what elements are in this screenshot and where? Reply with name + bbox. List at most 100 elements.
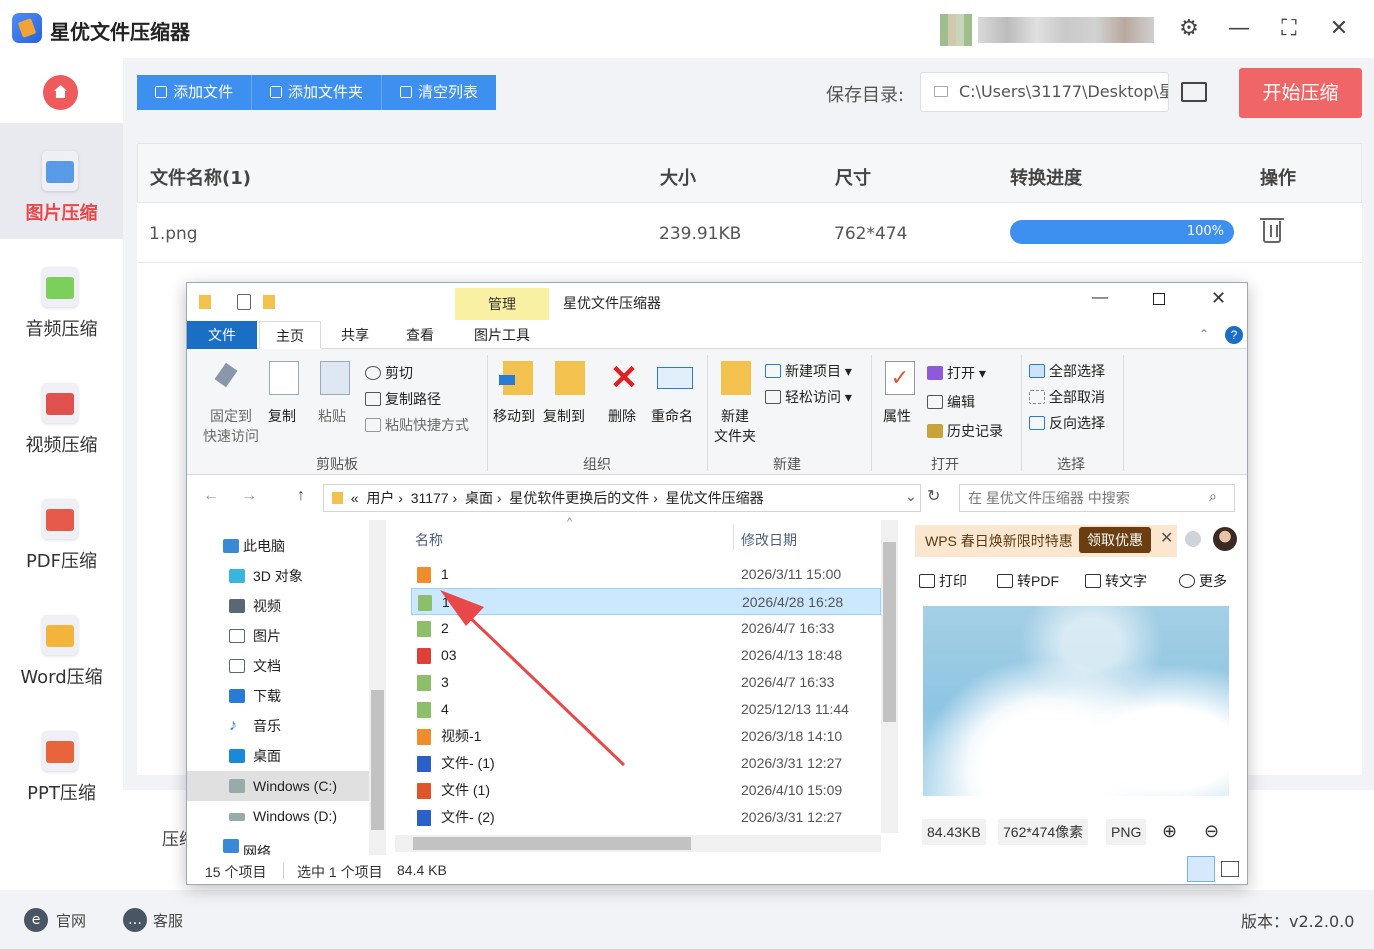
copy-button[interactable]: 复制: [268, 406, 296, 426]
file-row[interactable]: 03 2026/4/13 18:48: [411, 642, 881, 669]
nav-item-downloads[interactable]: 下载: [187, 681, 369, 711]
sidebar-item-video[interactable]: 视频压缩: [0, 355, 123, 471]
file-row[interactable]: 2 2026/4/7 16:33: [411, 615, 881, 642]
close-ad-icon[interactable]: ✕: [1160, 528, 1173, 548]
nav-item-music[interactable]: ♪ 音乐: [187, 711, 369, 741]
nav-item-documents[interactable]: 文档: [187, 651, 369, 681]
breadcrumb-item[interactable]: 星优软件更换后的文件: [509, 490, 649, 506]
delete-button[interactable]: 删除: [608, 406, 636, 426]
forward-icon[interactable]: →: [241, 487, 257, 505]
search-icon[interactable]: ⌕: [1209, 488, 1217, 505]
nav-item-drive-d[interactable]: Windows (D:): [187, 801, 369, 831]
tab-picture-tools[interactable]: 图片工具: [455, 321, 549, 349]
select-none-button[interactable]: 全部取消: [1029, 387, 1105, 407]
zoom-out-icon[interactable]: ⊖: [1204, 821, 1219, 842]
up-icon[interactable]: ↑: [297, 487, 305, 505]
browse-folder-icon[interactable]: [1181, 82, 1207, 102]
nav-item-videos[interactable]: 视频: [187, 591, 369, 621]
nav-item-desktop[interactable]: 桌面: [187, 741, 369, 771]
collapse-ribbon-icon[interactable]: ⌃: [1199, 327, 1209, 341]
tab-share[interactable]: 共享: [325, 321, 385, 349]
tab-home[interactable]: 主页: [259, 321, 321, 349]
support-icon[interactable]: …: [123, 908, 147, 932]
file-list-scrollbar[interactable]: [881, 520, 898, 833]
new-item-button[interactable]: 新建项目 ▾: [765, 361, 852, 381]
file-list-hscrollbar[interactable]: [395, 835, 881, 852]
add-folder-button[interactable]: 添加文件夹: [252, 75, 383, 110]
nav-item-3d-objects[interactable]: 3D 对象: [187, 561, 369, 591]
website-link[interactable]: 官网: [56, 910, 86, 931]
details-view-icon[interactable]: [1187, 856, 1215, 882]
delete-row-icon[interactable]: [1260, 218, 1284, 243]
help-icon[interactable]: ?: [1225, 326, 1243, 344]
print-button[interactable]: 打印: [919, 571, 967, 591]
maximize-button[interactable]: [1153, 293, 1165, 305]
support-link[interactable]: 客服: [153, 910, 183, 931]
tab-view[interactable]: 查看: [390, 321, 450, 349]
new-folder-icon[interactable]: [263, 295, 275, 309]
breadcrumb-item[interactable]: 31177: [411, 490, 449, 506]
select-all-button[interactable]: 全部选择: [1029, 361, 1105, 381]
history-button[interactable]: 历史记录: [927, 421, 1003, 441]
nav-item-pictures[interactable]: 图片: [187, 621, 369, 651]
sidebar-item-ppt[interactable]: PPT压缩: [0, 703, 123, 819]
home-icon[interactable]: [43, 75, 78, 110]
avatar[interactable]: [1213, 527, 1237, 551]
column-header-date[interactable]: 修改日期: [741, 530, 797, 550]
tab-file[interactable]: 文件: [187, 321, 257, 349]
breadcrumb-overflow[interactable]: «: [351, 490, 359, 506]
maximize-button[interactable]: ⛶: [1274, 14, 1304, 44]
file-row[interactable]: 视频-1 2026/3/18 14:10: [411, 723, 881, 750]
paste-shortcut-button[interactable]: 粘贴快捷方式: [365, 415, 469, 435]
to-pdf-button[interactable]: 转PDF: [997, 571, 1059, 591]
column-header-name[interactable]: 名称: [415, 530, 443, 550]
breadcrumb-item[interactable]: 桌面: [465, 490, 493, 506]
breadcrumb-item[interactable]: 星优文件压缩器: [666, 490, 764, 506]
save-path-field[interactable]: C:\Users\31177\Desktop\星: [920, 72, 1169, 112]
rename-button[interactable]: 重命名: [651, 406, 693, 426]
edit-button[interactable]: 编辑: [927, 392, 975, 412]
new-folder-button[interactable]: 新建 文件夹: [714, 406, 756, 446]
file-row[interactable]: 1 2026/4/28 16:28: [411, 588, 881, 615]
wps-settings-icon[interactable]: [1185, 531, 1201, 547]
sidebar-item-image[interactable]: 图片压缩: [0, 123, 123, 239]
address-bar[interactable]: « 用户 › 31177 › 桌面 › 星优软件更换后的文件 › 星优文件压缩器: [323, 484, 921, 512]
user-avatar[interactable]: [940, 14, 972, 46]
sidebar-item-pdf[interactable]: PDF压缩: [0, 471, 123, 587]
nav-scrollbar[interactable]: [369, 520, 386, 855]
add-file-button[interactable]: 添加文件: [137, 75, 253, 110]
hscrollbar-thumb[interactable]: [413, 837, 691, 850]
nav-item-drive-c[interactable]: Windows (C:): [187, 771, 369, 801]
nav-item-this-pc[interactable]: 此电脑: [187, 531, 369, 561]
properties-check-icon[interactable]: [237, 294, 251, 310]
move-to-button[interactable]: 移动到: [493, 406, 535, 426]
copy-to-button[interactable]: 复制到: [543, 406, 585, 426]
properties-button[interactable]: 属性: [883, 406, 911, 426]
pin-quick-access-button[interactable]: 固定到 快速访问: [203, 406, 259, 446]
file-row[interactable]: 3 2026/4/7 16:33: [411, 669, 881, 696]
file-scrollbar-thumb[interactable]: [883, 542, 896, 722]
thumbnail-view-icon[interactable]: [1221, 861, 1239, 877]
copy-path-button[interactable]: 复制路径: [365, 389, 441, 409]
wps-claim-button[interactable]: 领取优惠: [1079, 527, 1151, 553]
search-input[interactable]: 在 星优文件压缩器 中搜索: [959, 484, 1235, 512]
website-icon[interactable]: e: [24, 908, 48, 932]
breadcrumb-item[interactable]: 用户: [366, 490, 394, 506]
minimize-button[interactable]: —: [1092, 289, 1108, 307]
settings-icon[interactable]: ⚙: [1174, 14, 1204, 44]
refresh-icon[interactable]: ↻: [927, 486, 940, 506]
cut-button[interactable]: 剪切: [365, 363, 413, 383]
file-row[interactable]: 文件 (1) 2026/4/10 15:09: [411, 777, 881, 804]
address-dropdown-icon[interactable]: ⌄: [905, 488, 917, 505]
invert-selection-button[interactable]: 反向选择: [1029, 413, 1105, 433]
back-icon[interactable]: ←: [203, 487, 219, 505]
minimize-button[interactable]: —: [1224, 14, 1254, 44]
sidebar-item-word[interactable]: Word压缩: [0, 587, 123, 703]
file-row[interactable]: 1 2026/3/11 15:00: [411, 561, 881, 588]
file-row[interactable]: 4 2025/12/13 11:44: [411, 696, 881, 723]
nav-scrollbar-thumb[interactable]: [371, 690, 384, 830]
paste-button[interactable]: 粘贴: [318, 406, 346, 426]
easy-access-button[interactable]: 轻松访问 ▾: [765, 387, 852, 407]
more-button[interactable]: 更多: [1179, 571, 1227, 591]
clear-list-button[interactable]: 清空列表: [382, 75, 497, 110]
